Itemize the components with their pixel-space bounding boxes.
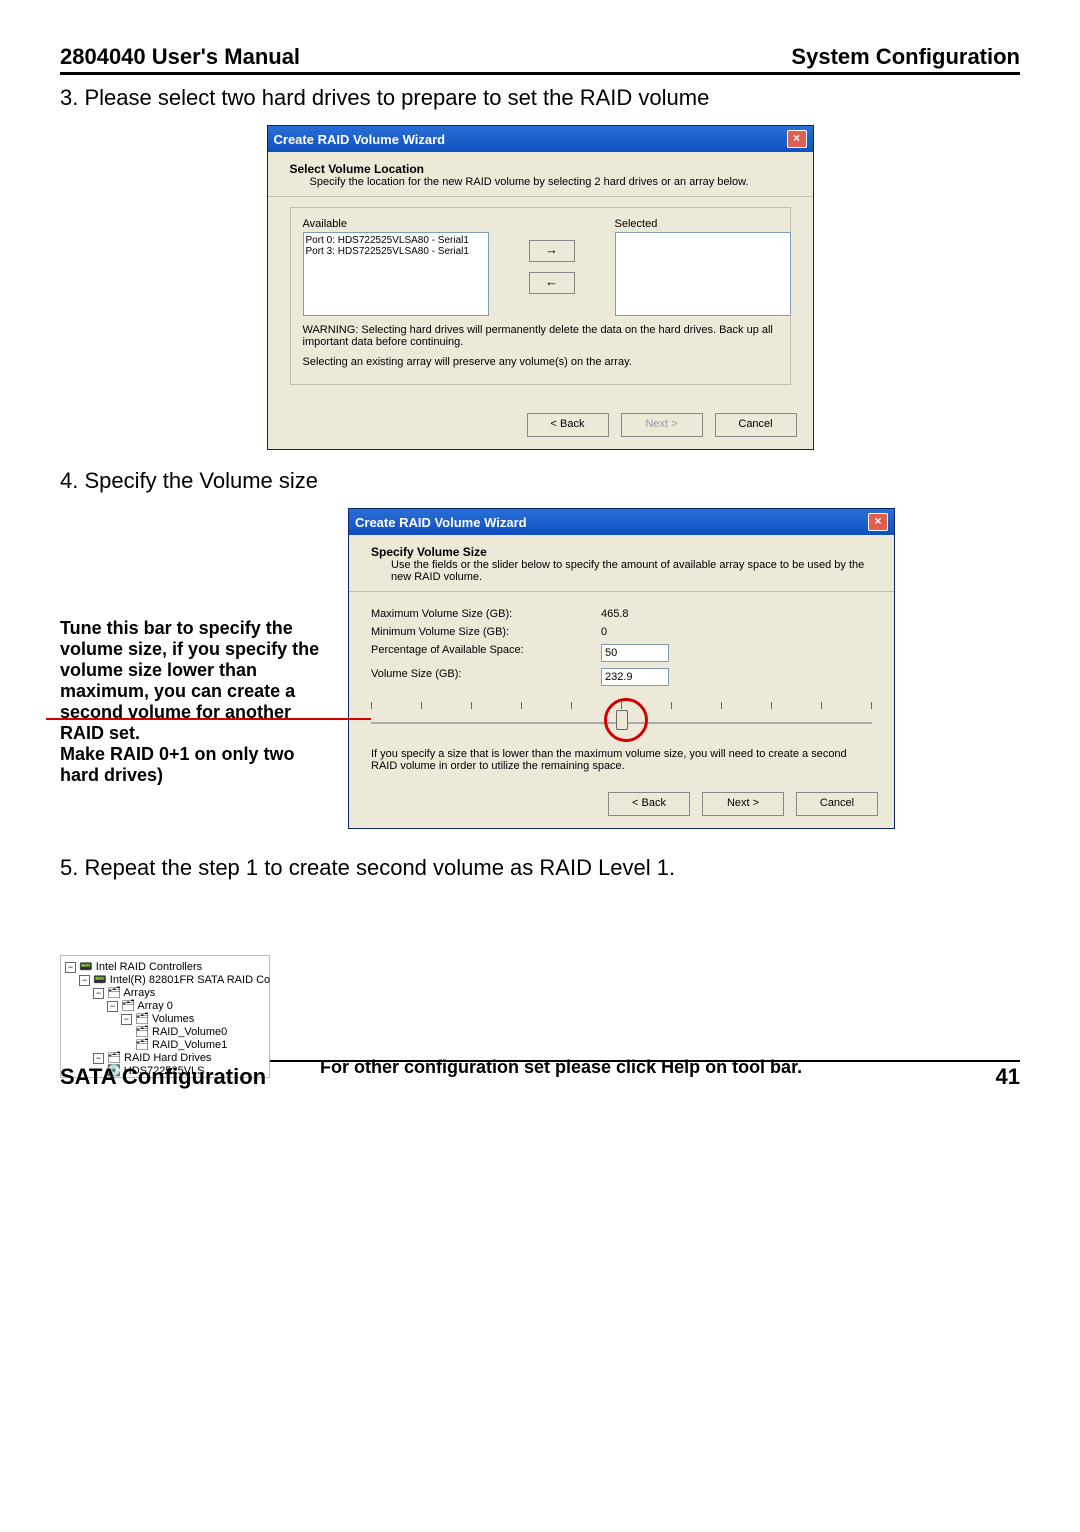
titlebar2: Create RAID Volume Wizard ×	[349, 509, 894, 535]
footer-help-note: For other configuration set please click…	[320, 1057, 1020, 1078]
dialog2-head-title: Specify Volume Size	[371, 545, 487, 559]
dialog1-head-title: Select Volume Location	[290, 162, 424, 176]
dialog1-header: Select Volume Location Specify the locat…	[268, 152, 813, 197]
next-button[interactable]: Next >	[621, 413, 703, 437]
max-label: Maximum Volume Size (GB):	[371, 608, 601, 620]
footer-left: SATA Configuration	[60, 1064, 266, 1090]
slider-thumb[interactable]	[616, 710, 628, 730]
selected-label: Selected	[615, 218, 791, 230]
cancel-button[interactable]: Cancel	[796, 792, 878, 816]
tree-item: 🗂 RAID_Volume0	[65, 1025, 265, 1038]
drive-item[interactable]: Port 0: HDS722525VLSA80 - Serial1	[306, 235, 486, 246]
warning-text: WARNING: Selecting hard drives will perm…	[303, 324, 778, 348]
header-right: System Configuration	[791, 44, 1020, 70]
tree-item: −🗂 Volumes	[65, 1012, 265, 1025]
tree-item: 🗂 RAID_Volume1	[65, 1038, 265, 1051]
back-button[interactable]: < Back	[527, 413, 609, 437]
selected-list[interactable]	[615, 232, 791, 316]
dialog-select-location: Create RAID Volume Wizard × Select Volum…	[267, 125, 814, 450]
available-label: Available	[303, 218, 489, 230]
side-note: Tune this bar to specify the volume size…	[60, 618, 348, 786]
close-icon[interactable]: ×	[868, 513, 888, 531]
step5-text: 5. Repeat the step 1 to create second vo…	[60, 855, 1020, 881]
footer-right: 41	[996, 1064, 1020, 1090]
pct-input[interactable]	[601, 644, 669, 662]
size-slider[interactable]	[371, 704, 872, 740]
next-button[interactable]: Next >	[702, 792, 784, 816]
drive-group: Available Port 0: HDS722525VLSA80 - Seri…	[290, 207, 791, 385]
raid-tree[interactable]: −📟 Intel RAID Controllers −📟 Intel(R) 82…	[60, 955, 270, 1078]
tree-item: −🗂 Arrays	[65, 986, 265, 999]
step4-text: 4. Specify the Volume size	[60, 468, 1020, 494]
back-button[interactable]: < Back	[608, 792, 690, 816]
vol-label: Volume Size (GB):	[371, 668, 601, 686]
tree-item: −📟 Intel RAID Controllers	[65, 960, 265, 973]
callout-line	[46, 718, 371, 720]
titlebar: Create RAID Volume Wizard ×	[268, 126, 813, 152]
dialog1-head-desc: Specify the location for the new RAID vo…	[290, 176, 791, 188]
max-value: 465.8	[601, 608, 629, 620]
vol-input[interactable]	[601, 668, 669, 686]
available-list[interactable]: Port 0: HDS722525VLSA80 - Serial1 Port 3…	[303, 232, 489, 316]
header-left: 2804040 User's Manual	[60, 44, 300, 70]
dialog1-title: Create RAID Volume Wizard	[274, 132, 446, 147]
move-left-button[interactable]: ←	[529, 272, 575, 294]
size-note: If you specify a size that is lower than…	[371, 748, 872, 772]
tree-item: −🗂 Array 0	[65, 999, 265, 1012]
min-value: 0	[601, 626, 607, 638]
array-note: Selecting an existing array will preserv…	[303, 356, 778, 368]
move-right-button[interactable]: →	[529, 240, 575, 262]
dialog-volume-size: Create RAID Volume Wizard × Specify Volu…	[348, 508, 895, 829]
cancel-button[interactable]: Cancel	[715, 413, 797, 437]
tree-item: −🗂 RAID Hard Drives	[65, 1051, 265, 1064]
dialog2-head-desc: Use the fields or the slider below to sp…	[371, 559, 872, 583]
tree-item: −📟 Intel(R) 82801FR SATA RAID Co	[65, 973, 265, 986]
step3-text: 3. Please select two hard drives to prep…	[60, 85, 1020, 111]
drive-item[interactable]: Port 3: HDS722525VLSA80 - Serial1	[306, 246, 486, 257]
dialog2-header: Specify Volume Size Use the fields or th…	[349, 535, 894, 592]
dialog2-title: Create RAID Volume Wizard	[355, 515, 527, 530]
min-label: Minimum Volume Size (GB):	[371, 626, 601, 638]
pct-label: Percentage of Available Space:	[371, 644, 601, 662]
close-icon[interactable]: ×	[787, 130, 807, 148]
page-header: 2804040 User's Manual System Configurati…	[60, 44, 1020, 75]
